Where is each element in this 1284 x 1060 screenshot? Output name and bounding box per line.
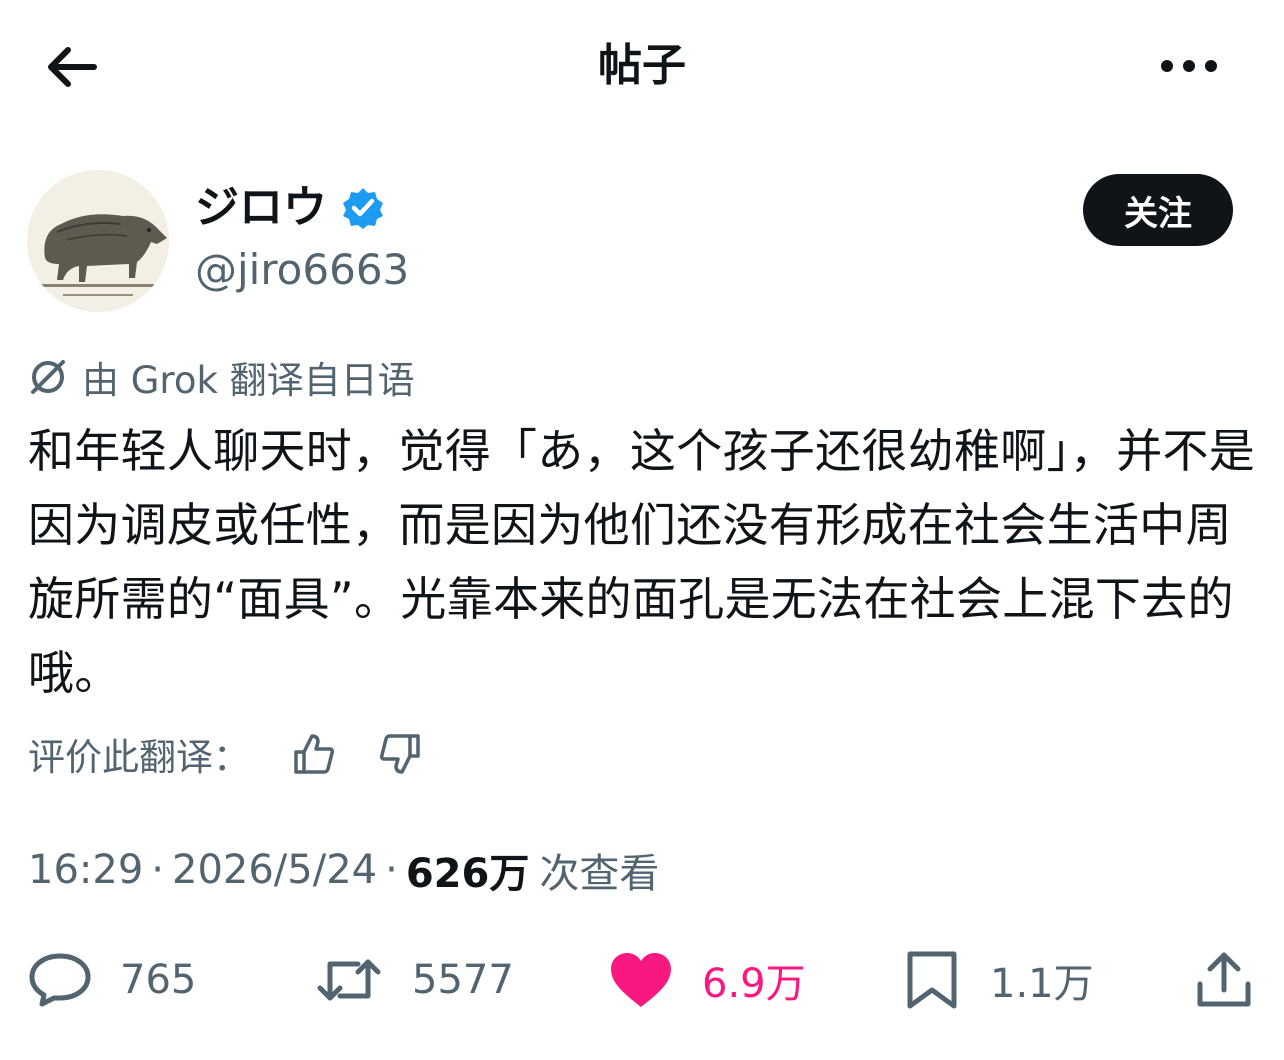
thumbs-up-icon — [294, 734, 334, 774]
reply-button[interactable]: 765 — [28, 940, 196, 1020]
author-handle[interactable]: @jiro6663 — [195, 242, 409, 298]
post-date[interactable]: 2026/5/24 — [172, 847, 377, 893]
separator: · — [385, 847, 398, 893]
grok-icon — [31, 360, 65, 394]
translation-note-text: 由 Grok 翻译自日语 — [82, 359, 415, 402]
rate-translation: 评价此翻译： — [28, 726, 428, 782]
like-button[interactable]: 6.9万 — [608, 940, 806, 1020]
thumbs-down-button[interactable] — [372, 726, 428, 782]
view-count: 626万 — [405, 851, 530, 897]
page-title: 帖子 — [598, 40, 686, 91]
rate-label: 评价此翻译： — [28, 736, 250, 779]
bookmark-count: 1.1万 — [990, 961, 1094, 1007]
view-label: 次查看 — [539, 851, 660, 897]
separator: · — [151, 847, 164, 893]
follow-button[interactable]: 关注 — [1083, 174, 1233, 246]
repost-button[interactable]: 5577 — [314, 940, 514, 1020]
author-name-row[interactable]: ジロウ — [195, 178, 385, 238]
post-time[interactable]: 16:29 — [28, 847, 143, 893]
bookmark-icon — [907, 951, 957, 1009]
post-meta: 16:29 · 2026/5/24 · 626万 次查看 — [28, 840, 659, 900]
share-icon — [1197, 952, 1251, 1007]
top-bar: 帖子 — [0, 0, 1284, 130]
avatar[interactable] — [27, 170, 169, 312]
like-count: 6.9万 — [702, 961, 806, 1007]
repost-count: 5577 — [412, 957, 514, 1003]
reply-icon — [29, 953, 91, 1007]
more-button[interactable] — [1154, 44, 1224, 88]
verified-icon — [343, 188, 383, 229]
more-icon — [1161, 60, 1217, 72]
heart-icon — [611, 953, 671, 1007]
repost-icon — [317, 959, 381, 1001]
action-bar: 765 5577 6.9万 1.1万 — [0, 940, 1284, 1020]
post-text: 和年轻人聊天时，觉得「あ，这个孩子还很幼稚啊」，并不是因为调皮或任性，而是因为他… — [28, 424, 1256, 700]
thumbs-up-button[interactable] — [286, 726, 342, 782]
translation-note: 由 Grok 翻译自日语 — [28, 352, 415, 402]
reply-count: 765 — [120, 957, 197, 1003]
author-display-name[interactable]: ジロウ — [195, 178, 327, 238]
thumbs-down-icon — [380, 734, 420, 774]
bookmark-button[interactable]: 1.1万 — [902, 940, 1094, 1020]
share-button[interactable] — [1194, 940, 1254, 1020]
